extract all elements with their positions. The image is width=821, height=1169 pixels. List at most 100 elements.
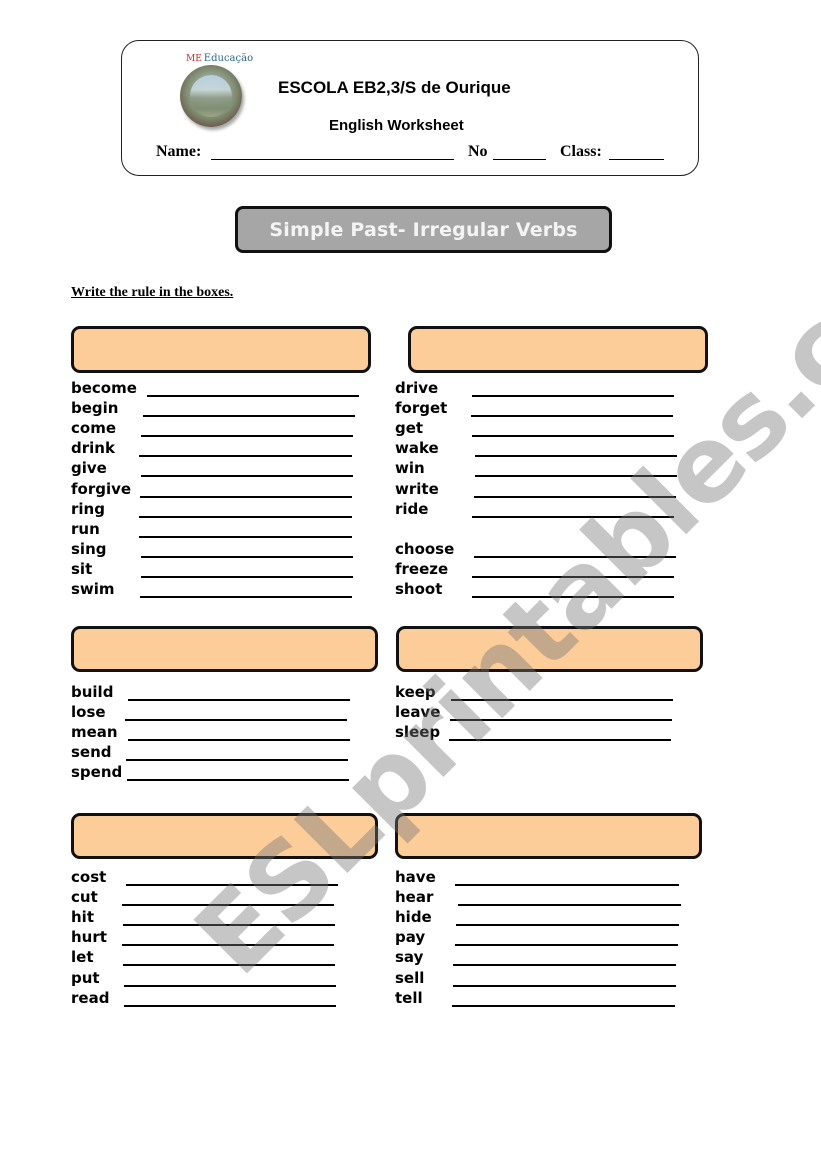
verb-label: swim [71,580,115,598]
answer-line[interactable] [472,596,674,598]
title-banner: Simple Past- Irregular Verbs [235,206,612,253]
answer-line[interactable] [471,415,673,418]
answer-line[interactable] [124,984,336,987]
school-name: ESCOLA EB2,3/S de Ourique [278,78,511,97]
verb-label: wake [395,439,439,458]
verb-label: choose [395,539,455,558]
verb-label: drink [71,439,115,458]
answer-line[interactable] [123,924,335,927]
verb-label: begin [71,399,119,418]
verb-label: hear [395,888,434,907]
class-field[interactable] [609,159,664,160]
verb-label: write [395,479,439,498]
rule-box-4[interactable] [396,626,703,672]
verb-label: drive [395,379,439,397]
school-emblem-icon [180,65,242,127]
banner-title: Simple Past- Irregular Verbs [269,218,578,241]
class-label: Class: [560,143,602,160]
verb-label: sit [71,559,93,578]
verb-label: sell [395,968,425,987]
verb-label: ring [71,499,105,518]
verb-label: come [71,419,116,438]
verb-label: ride [395,499,429,518]
answer-line[interactable] [126,884,338,886]
verb-label: leave [395,703,441,722]
verb-label: spend [71,763,123,782]
answer-line[interactable] [139,535,352,538]
number-label: No [468,143,488,160]
answer-line[interactable] [449,739,671,742]
rule-box-2[interactable] [408,326,708,373]
answer-line[interactable] [451,699,673,701]
verb-label: give [71,459,107,478]
answer-line[interactable] [141,575,353,578]
answer-line[interactable] [140,596,352,598]
answer-line[interactable] [147,395,359,397]
answer-line[interactable] [127,779,349,782]
answer-line[interactable] [474,555,676,558]
verb-label: pay [395,928,426,947]
answer-line[interactable] [455,884,679,886]
rule-box-5[interactable] [71,813,378,859]
answer-line[interactable] [140,495,352,498]
verb-label: have [395,868,436,886]
rule-box-3[interactable] [71,626,378,672]
verb-label: cut [71,888,98,907]
verb-label: forgive [71,479,132,498]
answer-line[interactable] [453,964,676,967]
answer-line[interactable] [472,395,674,397]
answer-line[interactable] [122,944,334,947]
verb-label: get [395,419,424,438]
answer-line[interactable] [472,435,674,438]
answer-line[interactable] [122,904,334,907]
verb-label: freeze [395,559,449,578]
verb-label: hurt [71,928,107,947]
answer-line[interactable] [123,964,335,967]
answer-line[interactable] [472,575,674,578]
answer-line[interactable] [125,719,347,722]
verb-label: win [395,459,425,478]
answer-line[interactable] [475,475,677,478]
verb-label: keep [395,683,436,701]
answer-line[interactable] [455,944,678,947]
rule-box-1[interactable] [71,326,371,373]
verb-label: say [395,948,424,967]
answer-line[interactable] [143,415,355,418]
worksheet-title: English Worksheet [329,117,464,134]
answer-line[interactable] [141,555,353,558]
verb-label: hide [395,908,432,927]
answer-line[interactable] [458,904,681,907]
school-logo: ME Educação [178,53,253,131]
verb-label: send [71,743,112,762]
answer-line[interactable] [475,455,677,458]
answer-line[interactable] [139,455,352,458]
answer-line[interactable] [141,475,353,478]
verb-label: sing [71,539,107,558]
answer-line[interactable] [126,759,348,762]
verb-label: hit [71,908,94,927]
verb-label: put [71,968,100,987]
verb-label: let [71,948,94,967]
answer-line[interactable] [141,435,353,438]
answer-line[interactable] [139,515,352,518]
instruction-text: Write the rule in the boxes. [71,285,234,300]
answer-line[interactable] [453,984,676,987]
verb-label: build [71,683,114,701]
answer-line[interactable] [452,1004,675,1007]
ministry-logo-text: ME Educação [186,53,254,64]
rule-box-6[interactable] [395,813,702,859]
answer-line[interactable] [456,924,679,927]
verb-label: cost [71,868,107,886]
name-field[interactable] [211,159,454,160]
verb-label: tell [395,988,423,1007]
answer-line[interactable] [450,719,672,722]
verb-label: lose [71,703,106,722]
answer-line[interactable] [472,515,674,518]
answer-line[interactable] [474,495,676,498]
verb-label: mean [71,723,118,742]
verb-label: shoot [395,580,443,598]
answer-line[interactable] [128,699,350,701]
answer-line[interactable] [128,739,350,742]
number-field[interactable] [493,159,546,160]
answer-line[interactable] [124,1004,336,1007]
